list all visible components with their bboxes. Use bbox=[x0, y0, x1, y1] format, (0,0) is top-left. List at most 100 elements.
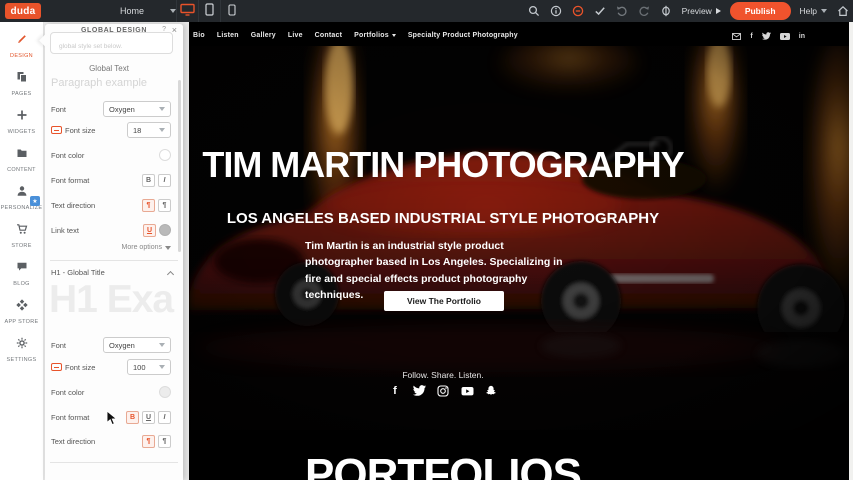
twitter-icon[interactable] bbox=[762, 32, 771, 40]
italic-button[interactable]: I bbox=[158, 411, 171, 424]
sidebar-item-label: DESIGN bbox=[10, 53, 33, 59]
chevron-down-icon bbox=[159, 365, 165, 369]
h1-font-dropdown[interactable]: Oxygen bbox=[103, 337, 171, 353]
nav-item-specialty[interactable]: Specialty Product Photography bbox=[408, 32, 518, 39]
panel-scrollbar[interactable] bbox=[178, 80, 181, 252]
portfolios-heading: PORTFOLIOS bbox=[189, 450, 697, 480]
hero-subtitle: LOS ANGELES BASED INDUSTRIAL STYLE PHOTO… bbox=[189, 210, 697, 227]
font-dropdown[interactable]: Oxygen bbox=[103, 101, 171, 117]
text-direction-label: Text direction bbox=[51, 437, 95, 446]
youtube-icon[interactable] bbox=[461, 384, 474, 397]
sidebar-item-widgets[interactable]: WIDGETS bbox=[0, 103, 43, 141]
h1-font-color-swatch[interactable] bbox=[159, 386, 171, 398]
email-icon[interactable] bbox=[732, 33, 741, 40]
twitter-icon[interactable] bbox=[413, 384, 426, 397]
facebook-icon[interactable]: f bbox=[389, 384, 402, 397]
publish-button[interactable]: Publish bbox=[730, 2, 791, 20]
sidebar-item-blog[interactable]: BLOG bbox=[0, 255, 43, 293]
mouse-cursor bbox=[106, 410, 118, 427]
font-color-label: Font color bbox=[51, 388, 84, 397]
chevron-down-icon bbox=[821, 9, 827, 13]
page-selector[interactable]: Home bbox=[112, 0, 184, 22]
italic-button[interactable]: I bbox=[158, 174, 171, 187]
h1-section-title: H1 - Global Title bbox=[51, 268, 105, 277]
underline-button[interactable]: U bbox=[143, 224, 156, 237]
direction-ltr-button[interactable]: ¶ bbox=[142, 199, 155, 212]
mobile-preview-button[interactable] bbox=[220, 0, 242, 22]
sidebar-item-design[interactable]: DESIGN bbox=[0, 27, 43, 65]
font-format-label: Font format bbox=[51, 176, 89, 185]
chevron-down-icon bbox=[159, 128, 165, 132]
font-color-label: Font color bbox=[51, 151, 84, 160]
chevron-down-icon bbox=[159, 343, 165, 347]
page-scrollbar[interactable] bbox=[849, 22, 853, 480]
desktop-preview-button[interactable] bbox=[176, 0, 198, 22]
font-size-row: Font size 18 bbox=[51, 121, 171, 139]
chevron-down-icon bbox=[165, 246, 171, 250]
instagram-icon[interactable] bbox=[437, 384, 450, 397]
pages-icon bbox=[16, 70, 28, 88]
facebook-icon[interactable]: f bbox=[750, 33, 752, 40]
font-size-label: Font size bbox=[65, 126, 95, 135]
view-portfolio-button[interactable]: View The Portfolio bbox=[384, 291, 504, 311]
bold-button[interactable]: B bbox=[142, 174, 155, 187]
site-navigation: Bio Listen Gallery Live Contact Portfoli… bbox=[193, 26, 739, 44]
sidebar-item-label: WIDGETS bbox=[8, 129, 36, 135]
h1-font-size-row: Font size 100 bbox=[51, 358, 171, 376]
save-check-icon[interactable] bbox=[594, 5, 607, 18]
youtube-icon[interactable] bbox=[780, 33, 790, 40]
link-text-label: Link text bbox=[51, 226, 79, 235]
snapchat-icon[interactable] bbox=[485, 384, 498, 397]
undo-icon[interactable] bbox=[616, 5, 629, 18]
help-menu[interactable]: Help bbox=[800, 6, 827, 16]
sidebar-item-pages[interactable]: PAGES bbox=[0, 65, 43, 103]
nav-item-gallery[interactable]: Gallery bbox=[251, 32, 276, 39]
redo-icon[interactable] bbox=[638, 5, 651, 18]
plus-icon bbox=[16, 108, 28, 126]
nav-item-live[interactable]: Live bbox=[288, 32, 303, 39]
font-size-dropdown[interactable]: 18 bbox=[127, 122, 171, 138]
sidebar-item-content[interactable]: CONTENT bbox=[0, 141, 43, 179]
direction-rtl-button[interactable]: ¶ bbox=[158, 199, 171, 212]
bold-button[interactable]: B bbox=[126, 411, 139, 424]
font-value: Oxygen bbox=[109, 341, 135, 350]
preview-label: Preview bbox=[682, 6, 712, 16]
divider bbox=[50, 260, 178, 261]
font-size-value: 100 bbox=[133, 363, 146, 372]
tablet-preview-button[interactable] bbox=[198, 0, 220, 22]
desktop-icon bbox=[180, 3, 195, 19]
nav-item-contact[interactable]: Contact bbox=[315, 32, 342, 39]
follow-text: Follow. Share. Listen. bbox=[189, 370, 697, 380]
direction-ltr-button[interactable]: ¶ bbox=[142, 435, 155, 448]
search-icon[interactable] bbox=[528, 5, 541, 18]
h1-font-color-row: Font color bbox=[51, 383, 171, 401]
feedback-mode-icon[interactable] bbox=[572, 5, 585, 18]
info-icon[interactable] bbox=[550, 5, 563, 18]
more-options-link[interactable]: More options bbox=[122, 244, 171, 251]
linkedin-icon[interactable]: in bbox=[799, 33, 805, 40]
global-text-heading: Global Text bbox=[45, 64, 173, 73]
underline-button[interactable]: U bbox=[142, 411, 155, 424]
link-text-row: Link text U bbox=[51, 221, 171, 239]
hero-section: TIM MARTIN PHOTOGRAPHY LOS ANGELES BASED… bbox=[189, 46, 849, 430]
h1-font-size-dropdown[interactable]: 100 bbox=[127, 359, 171, 375]
sidebar-item-settings[interactable]: SETTINGS bbox=[0, 331, 43, 369]
font-size-icon bbox=[51, 363, 62, 371]
person-icon bbox=[16, 184, 28, 202]
preview-button[interactable]: Preview bbox=[682, 6, 721, 16]
font-color-swatch[interactable] bbox=[159, 149, 171, 161]
duda-logo[interactable]: duda bbox=[5, 3, 41, 19]
link-color-swatch[interactable] bbox=[159, 224, 171, 236]
h1-section-header[interactable]: H1 - Global Title bbox=[51, 268, 173, 277]
h1-font-row: Font Oxygen bbox=[51, 336, 171, 354]
nav-item-portfolios[interactable]: Portfolios bbox=[354, 32, 396, 39]
nav-item-listen[interactable]: Listen bbox=[217, 32, 239, 39]
more-options-label: More options bbox=[122, 244, 162, 251]
direction-rtl-button[interactable]: ¶ bbox=[158, 435, 171, 448]
sidebar-item-app-store[interactable]: APP STORE bbox=[0, 293, 43, 331]
sidebar-item-store[interactable]: STORE bbox=[0, 217, 43, 255]
dashboard-home-icon[interactable] bbox=[836, 5, 849, 18]
nav-item-label: Portfolios bbox=[354, 32, 389, 39]
dev-mode-icon[interactable] bbox=[660, 5, 673, 18]
nav-item-bio[interactable]: Bio bbox=[193, 32, 205, 39]
